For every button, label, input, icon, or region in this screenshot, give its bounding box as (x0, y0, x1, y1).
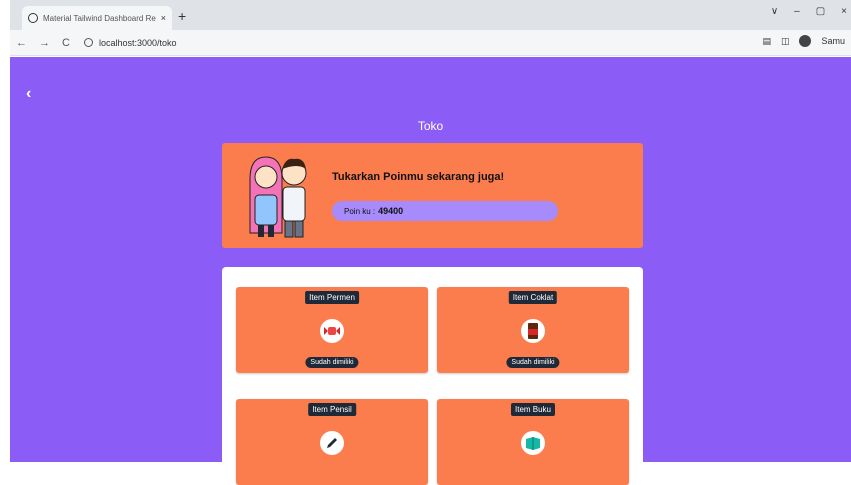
item-card-buku[interactable]: Item Buku (437, 399, 629, 485)
kids-illustration-icon (249, 156, 307, 238)
chocolate-icon (521, 319, 545, 343)
reader-icon[interactable]: ▤ (762, 36, 771, 47)
item-card-coklat[interactable]: Item Coklat Sudah dimiliki (437, 287, 629, 373)
book-icon (521, 431, 545, 455)
points-label: Poin ku : (344, 206, 376, 216)
url-text: localhost:3000/toko (98, 37, 177, 48)
profile-label: Samu (821, 36, 845, 46)
forward-arrow-icon[interactable]: → (39, 37, 50, 49)
tab-bar: Material Tailwind Dashboard Re × + ∨ – ▢… (10, 0, 851, 30)
back-button[interactable]: ‹ (26, 85, 31, 103)
candy-icon (320, 319, 344, 343)
info-icon (83, 38, 93, 47)
item-name: Item Coklat (508, 291, 558, 304)
page-content: ‹ Toko Tukarkan Poinmu sekarang juga! Po… (10, 57, 851, 485)
owned-badge: Sudah dimiliki (506, 357, 560, 368)
hero-headline: Tukarkan Poinmu sekarang juga! (332, 171, 505, 183)
owned-badge: Sudah dimiliki (305, 357, 359, 368)
sidebar-icon[interactable]: ◫ (781, 36, 790, 47)
close-window-button[interactable]: × (841, 6, 847, 17)
item-name: Item Pensil (308, 403, 356, 416)
tab-search-button[interactable]: ∨ (771, 6, 778, 17)
new-tab-button[interactable]: + (178, 8, 186, 24)
item-card-pensil[interactable]: Item Pensil (236, 399, 428, 485)
url-field[interactable]: localhost:3000/toko (83, 37, 177, 48)
globe-icon (28, 13, 38, 23)
browser-window: Material Tailwind Dashboard Re × + ∨ – ▢… (10, 0, 851, 485)
points-value: 49400 (378, 206, 404, 216)
maximize-button[interactable]: ▢ (816, 6, 825, 17)
items-card: Item Permen Sudah dimiliki Item Coklat S… (222, 267, 643, 485)
reload-icon[interactable]: C (62, 37, 70, 49)
tab-title: Material Tailwind Dashboard Re (43, 13, 156, 23)
window-controls: ∨ – ▢ × (771, 6, 847, 17)
item-name: Item Permen (305, 291, 359, 304)
item-name: Item Buku (510, 403, 556, 416)
profile-avatar-icon[interactable] (799, 35, 812, 47)
nav-buttons: ← → C (16, 37, 70, 49)
page-title: Toko (417, 119, 444, 133)
browser-tab[interactable]: Material Tailwind Dashboard Re × (22, 6, 172, 30)
address-bar: ← → C localhost:3000/toko ▤ ◫ Samu (10, 30, 851, 56)
points-pill: Poin ku : 49400 (332, 201, 558, 221)
pencil-icon (320, 431, 344, 455)
back-arrow-icon[interactable]: ← (16, 37, 27, 49)
close-tab-button[interactable]: × (161, 13, 166, 23)
minimize-button[interactable]: – (794, 6, 800, 17)
item-card-permen[interactable]: Item Permen Sudah dimiliki (236, 287, 428, 373)
toolbar-right: ▤ ◫ Samu (762, 35, 845, 47)
hero-card: Tukarkan Poinmu sekarang juga! Poin ku :… (222, 143, 643, 248)
